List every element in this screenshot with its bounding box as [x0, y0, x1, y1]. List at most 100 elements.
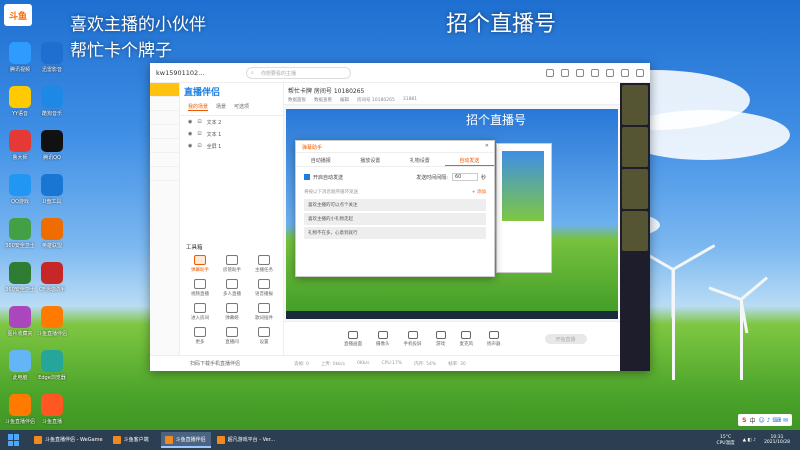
tool-button[interactable]: 多人直播: [216, 279, 248, 297]
desktop-icon[interactable]: 酷狗音乐: [32, 86, 72, 117]
room-meta-item[interactable]: 编辑: [340, 97, 349, 103]
desktop-icon[interactable]: 斗鱼直播: [32, 394, 72, 425]
lock-icon[interactable]: ⊡: [197, 119, 201, 125]
desktop-icon-label: 英雄联盟: [41, 243, 62, 249]
message-item[interactable]: 礼物不在多，心意到就行: [304, 227, 486, 239]
nav-item[interactable]: [150, 125, 179, 139]
control-button[interactable]: 扬声器: [487, 330, 501, 347]
nav-item[interactable]: [150, 111, 179, 125]
room-meta-item[interactable]: 31881: [403, 97, 417, 102]
taskbar-item[interactable]: 斗鱼直播伴侣 - WeGame: [30, 432, 107, 448]
start-live-button[interactable]: 开始直播: [544, 333, 587, 344]
taskbar-item[interactable]: 超凡游戏平台 - Ver...: [213, 432, 279, 448]
eye-icon[interactable]: ◉: [188, 143, 192, 149]
scene-item[interactable]: ◉ ⊡ 文本 1: [180, 128, 283, 140]
control-button[interactable]: 游戏: [435, 330, 446, 347]
eye-icon[interactable]: ◉: [188, 131, 192, 137]
room-meta-item[interactable]: 房间号 10180265: [357, 97, 395, 103]
tool-label: 弹幕姬: [225, 316, 239, 321]
dialog-tab[interactable]: 自动发送: [444, 153, 494, 166]
shirt-icon[interactable]: [561, 68, 569, 77]
menu-icon[interactable]: [591, 68, 599, 77]
thumbnail[interactable]: [622, 85, 648, 125]
tool-button[interactable]: 更多: [184, 327, 216, 345]
panel-tab[interactable]: 可选项: [234, 103, 249, 111]
mail-icon[interactable]: [576, 68, 584, 77]
control-button[interactable]: 麦克风: [460, 330, 473, 347]
control-button[interactable]: 直播画面: [344, 330, 362, 347]
account-name[interactable]: kw15901102...: [156, 69, 216, 77]
ime-mode[interactable]: 中: [749, 416, 755, 425]
thumbnail[interactable]: [622, 169, 648, 209]
desktop-icon-label: 腾讯QQ: [43, 155, 61, 161]
desktop-icon[interactable]: Edge浏览器: [32, 350, 72, 381]
nav-item[interactable]: [150, 97, 179, 111]
thumbnail[interactable]: [622, 127, 648, 167]
thumbnail[interactable]: [622, 211, 648, 251]
turbine-blade: [671, 269, 675, 318]
message-item[interactable]: 喜欢主播的可以点个关注: [304, 199, 486, 211]
tool-label: 设置: [259, 340, 269, 345]
room-meta-item[interactable]: 数据查看: [314, 97, 332, 103]
tool-button[interactable]: 弹幕姬: [216, 303, 248, 321]
taskbar-item[interactable]: 斗鱼客户端: [109, 432, 159, 448]
desktop-icon[interactable]: 英雄联盟: [32, 218, 72, 249]
tool-button[interactable]: 设置: [248, 327, 280, 345]
tool-button[interactable]: 歌词插件: [248, 303, 280, 321]
headset-icon[interactable]: [546, 68, 554, 77]
tray-icons[interactable]: ▲ ◧ ♪: [743, 438, 756, 443]
eye-icon[interactable]: ◉: [188, 119, 192, 125]
auto-send-checkbox[interactable]: [304, 174, 310, 180]
nav-item[interactable]: [150, 139, 179, 153]
tool-button[interactable]: 直播间: [216, 327, 248, 345]
room-meta-item[interactable]: 数据面板: [288, 97, 306, 103]
desktop-icon[interactable]: U盘工具: [32, 174, 72, 205]
close-icon[interactable]: [636, 68, 644, 77]
dialog-hint: 将按以下消息顺序循环发送: [304, 190, 358, 195]
bottom-hint[interactable]: 扫码下载手机直播伴侣: [190, 360, 240, 367]
lock-icon[interactable]: ⊡: [197, 131, 201, 137]
maximize-icon[interactable]: [621, 68, 629, 77]
tool-button[interactable]: 弹幕助手: [184, 255, 216, 273]
taskbar-item[interactable]: 斗鱼直播伴侣: [160, 432, 211, 448]
desktop-icon[interactable]: 斗鱼直播伴侣: [32, 306, 72, 337]
title-bar-icons: [546, 68, 644, 77]
lock-icon[interactable]: ⊡: [197, 143, 201, 149]
nav-item[interactable]: [150, 167, 179, 181]
app-icon: [34, 436, 42, 444]
desktop-icon[interactable]: CF活动助手: [32, 262, 72, 293]
control-button[interactable]: 摄像头: [376, 330, 390, 347]
close-icon[interactable]: ✕: [485, 143, 489, 149]
interval-input[interactable]: 60: [451, 173, 478, 181]
dialog-tab[interactable]: 自动播报: [296, 153, 346, 166]
tool-button[interactable]: 房管助手: [216, 255, 248, 273]
scene-item[interactable]: ◉ ⊡ 全屏 1: [180, 140, 283, 152]
tool-button[interactable]: 主播任务: [248, 255, 280, 273]
control-icon: [348, 330, 358, 339]
nav-item-home[interactable]: [150, 83, 179, 97]
taskbar-item-label: 斗鱼直播伴侣 - WeGame: [45, 437, 103, 443]
tool-button[interactable]: 进入房间: [184, 303, 216, 321]
nav-item[interactable]: [150, 153, 179, 167]
desktop-icon-label: U盘工具: [42, 199, 62, 205]
dialog-tab[interactable]: 礼物设置: [395, 153, 445, 166]
tool-button[interactable]: 语音播报: [248, 279, 280, 297]
desktop-icon[interactable]: 迅雷影音: [32, 42, 72, 73]
player-icon: [41, 42, 63, 64]
control-button[interactable]: 手机投屏: [404, 330, 422, 347]
message-item[interactable]: 喜欢主播的小礼物走起: [304, 213, 486, 225]
message-list: 喜欢主播的可以点个关注 喜欢主播的小礼物走起 礼物不在多，心意到就行: [296, 199, 494, 239]
add-message-button[interactable]: + 添加: [472, 189, 486, 195]
dialog-tab[interactable]: 播放设置: [346, 153, 396, 166]
panel-tab[interactable]: 我的场景: [188, 103, 209, 111]
tool-icon: [226, 279, 238, 289]
search-input[interactable]: ⌕ 你想要看的主播: [246, 66, 351, 79]
scene-item[interactable]: ◉ ⊡ 文本 2: [180, 116, 283, 128]
desktop-icon[interactable]: 腾讯QQ: [32, 130, 72, 161]
ime-toolbar[interactable]: S 中 ☺ ♪ ⌨ ✉: [738, 414, 792, 426]
scene-list: ◉ ⊡ 文本 2 ◉ ⊡ 文本 1 ◉ ⊡ 全屏 1: [180, 116, 283, 152]
start-button[interactable]: [8, 434, 22, 446]
panel-tab[interactable]: 场景: [216, 103, 226, 111]
tool-button[interactable]: 视频直播: [184, 279, 216, 297]
minimize-icon[interactable]: [606, 68, 614, 77]
